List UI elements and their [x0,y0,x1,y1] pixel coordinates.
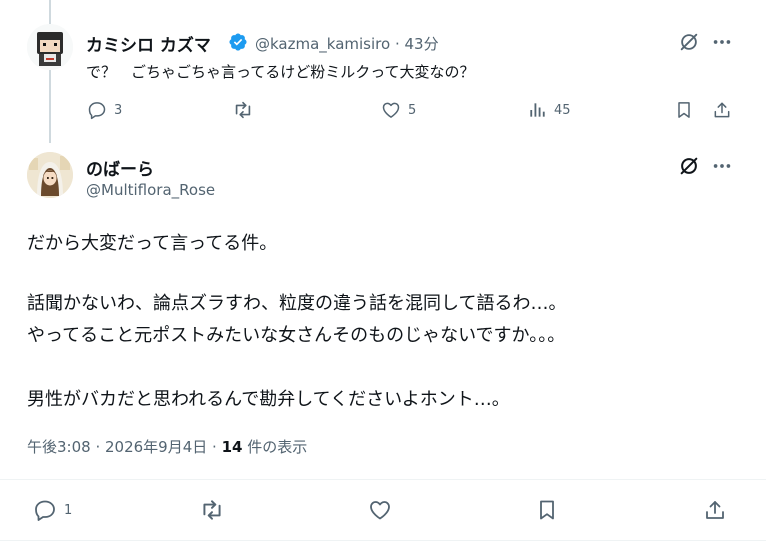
avatar[interactable] [27,24,73,70]
handle-text[interactable]: @kazma_kamisiro [255,35,390,53]
more-options-icon[interactable] [711,31,733,53]
tweet-text: で？ ごちゃごちゃ言ってるけど粉ミルクって大変なの？ [86,63,475,81]
handle[interactable]: @Multiflora_Rose [86,181,215,199]
reply-count: 1 [64,503,73,518]
like-icon[interactable] [380,99,402,121]
thread-connector-line [49,0,51,143]
repost-icon[interactable] [199,497,225,523]
avatar[interactable] [27,152,73,198]
divider [0,479,766,480]
post-timestamp[interactable]: 午後3:08 · 2026年9月4日 [27,438,207,456]
reply-count: 3 [114,103,123,118]
grok-icon[interactable] [678,155,700,177]
display-name[interactable]: カミシロ カズマ [86,31,211,56]
views-icon[interactable] [526,99,548,121]
bookmark-icon[interactable] [673,99,695,121]
separator-dot: · [390,35,405,53]
post-time[interactable]: 43分 [405,35,439,53]
reply-icon[interactable] [86,99,108,121]
separator-dot: · [207,438,222,456]
verified-badge-icon [228,32,248,52]
view-label: 件の表示 [247,438,308,456]
share-icon[interactable] [711,99,733,121]
like-icon[interactable] [367,497,393,523]
tweet-line: だから大変だって言ってる件。 [27,233,278,254]
more-options-icon[interactable] [711,155,733,177]
repost-icon[interactable] [232,99,254,121]
handle[interactable]: @kazma_kamisiro · 43分 [255,33,439,54]
grok-icon[interactable] [678,31,700,53]
bookmark-icon[interactable] [534,497,560,523]
view-count: 14 [221,438,243,456]
display-name[interactable]: のばーら [86,155,154,180]
tweet-line: やってること元ポストみたいな女さんそのものじゃないですか。。。 [27,325,566,346]
view-count: 45 [554,103,571,118]
tweet-line: 男性がバカだと思われるんで勘弁してくださいよホント…。 [27,389,510,410]
reply-icon[interactable] [32,497,58,523]
like-count: 5 [408,103,417,118]
post-meta: 午後3:08 · 2026年9月4日 · 14 件の表示 [27,436,307,457]
share-icon[interactable] [702,497,728,523]
divider [0,540,766,541]
tweet-line: 話聞かないわ、論点ズラすわ、粒度の違う話を混同して語るわ…。 [27,293,567,314]
